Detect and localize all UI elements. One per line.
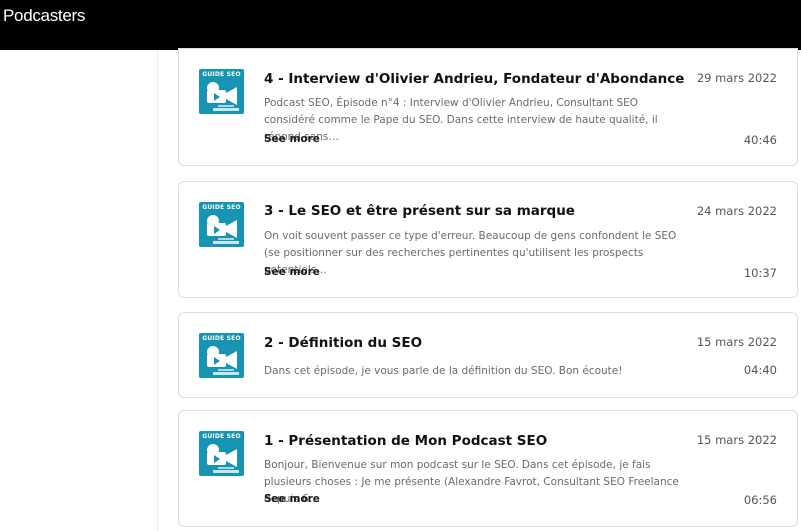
see-more-button[interactable]: See more [264, 133, 320, 145]
episode-date: 15 mars 2022 [696, 335, 777, 349]
episode-date: 24 mars 2022 [696, 204, 777, 218]
episode-card[interactable]: GUIDE SEO 4 - Interview d'Olivier Andrie… [178, 48, 798, 166]
thumbnail-label: GUIDE SEO [202, 71, 241, 78]
episode-description: Bonjour, Bienvenue sur mon podcast sur l… [264, 459, 679, 505]
episode-date: 29 mars 2022 [696, 71, 777, 85]
thumbnail-label: GUIDE SEO [202, 433, 241, 440]
episode-card[interactable]: GUIDE SEO 3 - Le SEO et être présent sur… [178, 181, 798, 298]
episode-date: 15 mars 2022 [696, 433, 777, 447]
episode-description: On voit souvent passer ce type d'erreur.… [264, 230, 677, 276]
episode-title[interactable]: 1 - Présentation de Mon Podcast SEO [264, 433, 674, 449]
episode-duration: 10:37 [743, 266, 777, 280]
episode-duration: 04:40 [743, 363, 777, 377]
see-more-button[interactable]: See more [264, 266, 320, 278]
episode-duration: 06:56 [743, 493, 777, 507]
episode-duration: 40:46 [743, 133, 777, 147]
top-bar: Podcasters [0, 0, 801, 50]
thumbnail-label: GUIDE SEO [202, 335, 241, 342]
video-camera-icon [207, 215, 237, 238]
app-title[interactable]: Podcasters [3, 6, 85, 26]
video-camera-icon [207, 82, 237, 105]
episode-card[interactable]: GUIDE SEO 2 - Définition du SEO 15 mars … [178, 312, 798, 398]
episode-thumbnail[interactable]: GUIDE SEO [199, 333, 244, 378]
episode-thumbnail[interactable]: GUIDE SEO [199, 431, 244, 476]
thumbnail-label: GUIDE SEO [202, 204, 241, 211]
see-more-button[interactable]: See more [264, 493, 320, 505]
video-camera-icon [207, 346, 237, 369]
episode-title[interactable]: 4 - Interview d'Olivier Andrieu, Fondate… [264, 71, 684, 87]
video-camera-icon [207, 444, 237, 467]
episode-card[interactable]: GUIDE SEO 1 - Présentation de Mon Podcas… [178, 410, 798, 527]
episode-title[interactable]: 2 - Définition du SEO [264, 335, 674, 351]
episode-description: Dans cet épisode, je vous parle de la dé… [264, 365, 623, 377]
episode-description: Podcast SEO, Épisode n°4 : Interview d'O… [264, 97, 658, 143]
episode-thumbnail[interactable]: GUIDE SEO [199, 69, 244, 114]
episode-title[interactable]: 3 - Le SEO et être présent sur sa marque [264, 203, 674, 219]
left-panel [0, 50, 158, 531]
episode-list: GUIDE SEO 4 - Interview d'Olivier Andrie… [178, 48, 798, 531]
episode-thumbnail[interactable]: GUIDE SEO [199, 202, 244, 247]
